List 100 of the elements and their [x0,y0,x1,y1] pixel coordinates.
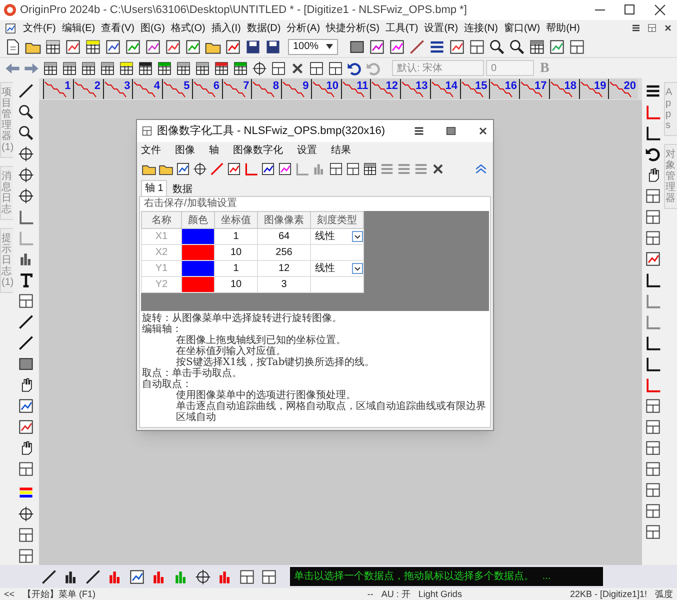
menu-item[interactable]: 设置 [297,142,317,158]
page-thumbnail-tab[interactable]: 19 [578,79,608,99]
maximize-icon[interactable] [445,125,457,137]
chart-page-icon[interactable] [175,161,191,177]
save-icon[interactable] [264,38,282,56]
table-cell[interactable]: 256 [258,244,310,260]
crosshair-icon[interactable] [17,187,35,205]
page-thumbnail-tab[interactable]: 1 [43,79,73,99]
color-swatch[interactable] [182,276,214,292]
page-thumbnail-tab[interactable]: 17 [519,79,549,99]
chevron-down-icon[interactable] [352,263,363,274]
page-thumbnail-tab[interactable]: 12 [370,79,400,99]
color-swatch[interactable] [182,260,214,276]
crosshair-icon[interactable] [192,161,208,177]
menu-item[interactable]: 编辑(E) [62,20,96,36]
color-swatch[interactable] [182,244,214,260]
spreadsheet-icon[interactable] [99,60,116,76]
axes-icon[interactable] [644,124,662,142]
new-document-icon[interactable] [4,38,22,56]
menu-item[interactable]: 查看(V) [101,20,134,36]
spreadsheet-icon[interactable] [175,60,192,76]
menu-item[interactable]: 图像 [175,142,195,158]
chart-page-icon[interactable] [226,161,242,177]
panes-icon[interactable] [644,481,662,499]
page-thumbnail-tab[interactable]: 4 [132,79,162,99]
page-thumbnail-tab[interactable]: 3 [102,79,132,99]
panes-icon[interactable] [468,38,486,56]
table-cell[interactable]: 10 [214,244,258,260]
panes-icon[interactable] [644,397,662,415]
table-cell[interactable]: 1 [214,260,258,276]
page-thumbnail-tab[interactable]: 14 [430,79,460,99]
save-icon[interactable] [244,38,262,56]
panes-icon[interactable] [644,208,662,226]
table-cell[interactable]: 64 [258,228,310,244]
panes-icon[interactable] [327,60,344,76]
panes-icon[interactable] [238,568,256,586]
spreadsheet-icon[interactable] [84,38,102,56]
page-thumbnail-tab[interactable]: 2 [72,79,102,99]
page-thumbnail-tab[interactable]: 16 [489,79,519,99]
panes-icon[interactable] [17,526,35,544]
panes-icon[interactable] [17,292,35,310]
table-cell[interactable]: 10 [214,276,258,292]
crosshair-icon[interactable] [17,166,35,184]
close-icon[interactable] [663,23,673,33]
scale-dropdown[interactable]: 线性 [311,229,363,244]
panes-icon[interactable] [260,568,278,586]
crosshair-icon[interactable] [17,505,35,523]
spreadsheet-icon[interactable] [232,60,249,76]
panes-icon[interactable] [644,229,662,247]
menu-item[interactable]: 快捷分析(S) [326,20,380,36]
panes-icon[interactable] [17,547,35,565]
panes-icon[interactable] [644,502,662,520]
line-tool-icon[interactable] [84,568,102,586]
page-thumbnail-tab[interactable]: 15 [460,79,490,99]
page-thumbnail-tab[interactable]: 7 [222,79,252,99]
menu-item[interactable]: 轴 [209,142,219,158]
chart-page-icon[interactable] [17,397,35,415]
crosshair-icon[interactable] [194,568,212,586]
table-cell[interactable]: 1 [214,228,258,244]
line-tool-icon[interactable] [40,568,58,586]
chart-page-icon[interactable] [128,568,146,586]
page-thumbnail-tab[interactable]: 13 [400,79,430,99]
dropdown-arrow-icon[interactable] [326,44,333,49]
spreadsheet-icon[interactable] [80,60,97,76]
chart-page-icon[interactable] [64,38,82,56]
page-thumbnail-tab[interactable]: 20 [608,79,638,99]
spreadsheet-icon[interactable] [42,60,59,76]
spreadsheet-icon[interactable] [118,60,135,76]
spreadsheet-icon[interactable] [194,60,211,76]
chart-page-icon[interactable] [448,38,466,56]
panes-icon[interactable] [644,523,662,541]
page-thumbnail-tab[interactable]: 6 [192,79,222,99]
chart-page-icon[interactable] [368,38,386,56]
line-tool-icon[interactable] [17,334,35,352]
crosshair-icon[interactable] [17,145,35,163]
panes-icon[interactable] [328,161,344,177]
axes-icon[interactable] [644,355,662,373]
panes-icon[interactable] [644,439,662,457]
tab[interactable]: 数据 [169,182,196,196]
chart-page-icon[interactable] [184,38,202,56]
chart-page-icon[interactable] [124,38,142,56]
menu-item[interactable]: 图(G) [140,20,165,36]
menu-item[interactable]: 格式(O) [170,20,206,36]
chevron-down-icon[interactable] [352,231,363,242]
document-icon[interactable] [4,22,17,34]
menu-item[interactable]: 帮助(H) [546,20,580,36]
table-cell[interactable]: 3 [258,276,310,292]
panes-icon[interactable] [568,38,586,56]
page-thumbnail-tab[interactable]: 11 [340,79,370,99]
page-thumbnail-tab[interactable]: 8 [251,79,281,99]
menu-item[interactable]: 图像数字化 [233,142,283,158]
magnifier-icon[interactable] [488,38,506,56]
spreadsheet-icon[interactable] [61,60,78,76]
panes-icon[interactable] [644,418,662,436]
menu-item[interactable]: 数据(D) [246,20,281,36]
menu-item[interactable]: 窗口(W) [504,20,540,36]
panes-icon[interactable] [644,187,662,205]
menu-item[interactable]: 结果 [331,142,351,158]
page-thumbnail-tab[interactable]: 10 [310,79,340,99]
magnifier-icon[interactable] [508,38,526,56]
